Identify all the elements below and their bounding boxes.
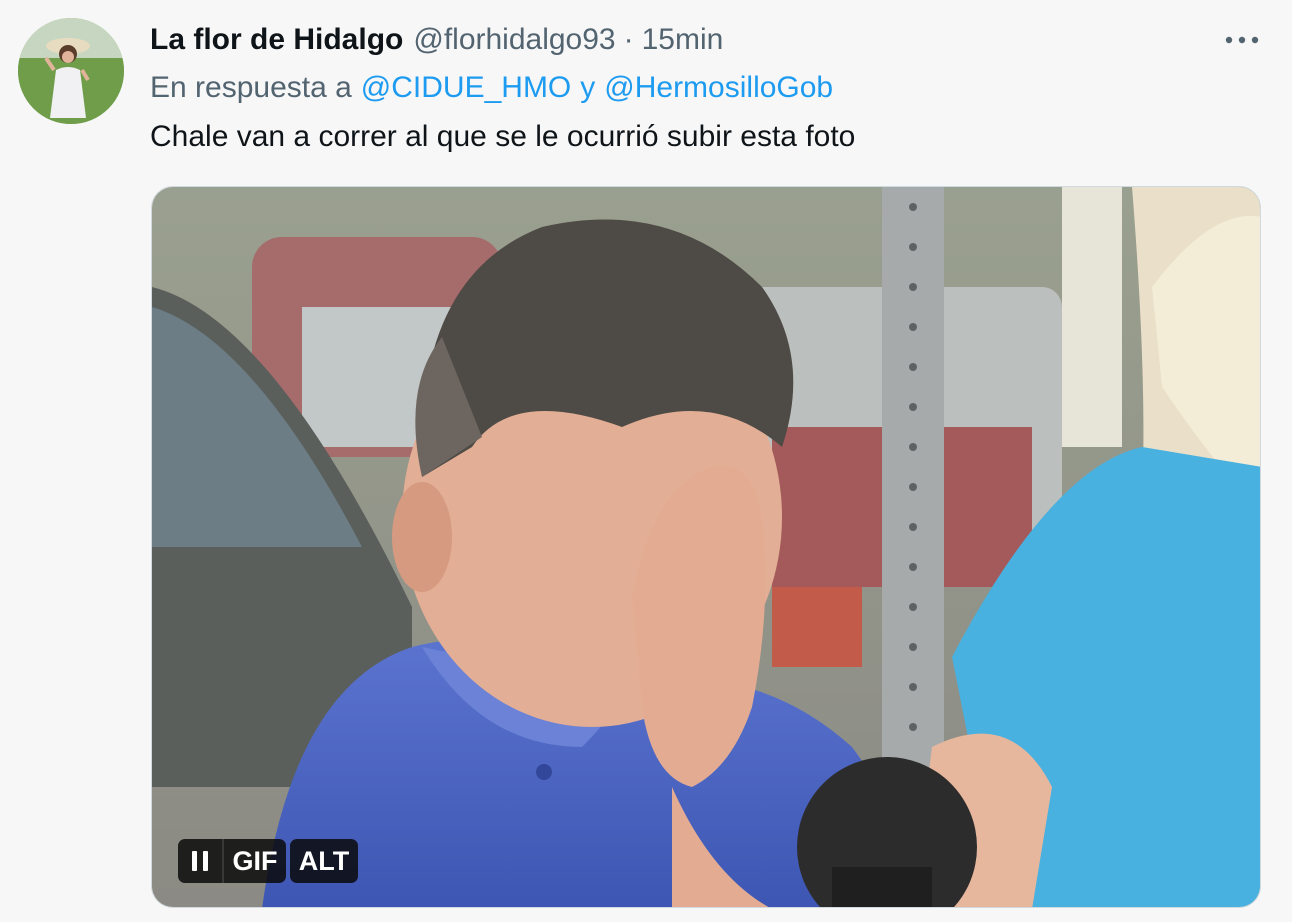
tweet-text: Chale van a correr al que se le ocurrió … [150,120,856,153]
gif-badge: GIF [222,839,286,883]
avatar-image [18,18,124,124]
mention-link[interactable]: @HermosilloGob [604,71,833,105]
pause-icon [192,851,208,871]
mention-link[interactable]: @CIDUE_HMO [361,71,571,105]
pause-button[interactable] [178,839,222,883]
author-handle[interactable]: @florhidalgo93 [413,23,615,57]
separator-dot: · [623,23,634,56]
reply-prefix: En respuesta a [150,71,352,104]
tweet[interactable]: La flor de Hidalgo @florhidalgo93 · 15mi… [0,0,1292,922]
media-gif[interactable] [151,186,1261,908]
more-dots-icon [1225,36,1259,44]
alt-button[interactable]: ALT [290,839,358,883]
tweet-header: La flor de Hidalgo @florhidalgo93 · 15mi… [150,20,723,60]
avatar[interactable] [18,18,124,124]
author-display-name[interactable]: La flor de Hidalgo [150,23,403,57]
media-badges: GIF ALT [178,839,358,883]
mention-joiner: y [580,71,596,104]
tweet-timestamp[interactable]: 15min [642,23,724,57]
gif-frame [152,187,1260,907]
more-button[interactable] [1216,22,1268,58]
reply-context: En respuesta a @CIDUE_HMO y @HermosilloG… [150,68,833,108]
